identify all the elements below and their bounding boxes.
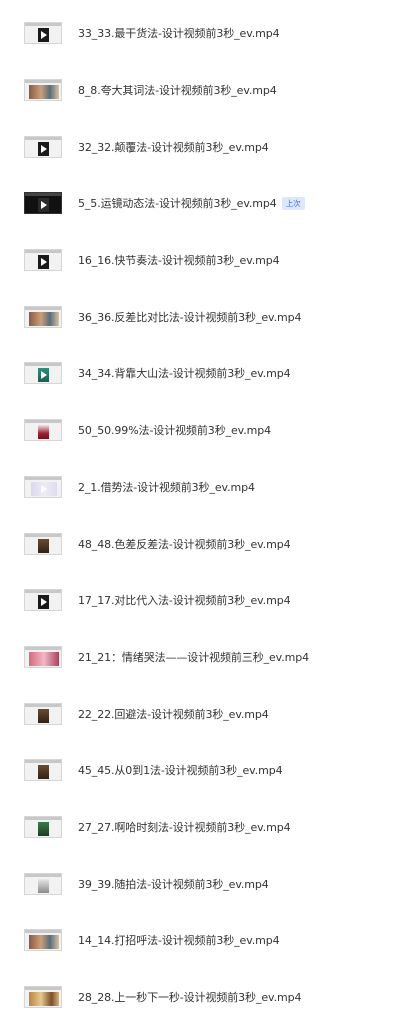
- file-row[interactable]: 21_21：情绪哭法——设计视频前三秒_ev.mp4: [0, 629, 403, 686]
- video-thumbnail-icon: [24, 759, 62, 782]
- file-name: 33_33.最干货法-设计视频前3秒_ev.mp4: [78, 25, 280, 41]
- file-name: 32_32.颠覆法-设计视频前3秒_ev.mp4: [78, 139, 269, 155]
- video-thumbnail-icon: [24, 645, 62, 668]
- video-thumbnail-icon: [24, 305, 62, 328]
- file-row[interactable]: 48_48.色差反差法-设计视频前3秒_ev.mp4: [0, 515, 403, 572]
- file-row[interactable]: 8_8.夸大其词法-设计视频前3秒_ev.mp4: [0, 62, 403, 119]
- file-name-label: 32_32.颠覆法-设计视频前3秒_ev.mp4: [78, 140, 269, 154]
- video-thumbnail-icon: [24, 872, 62, 895]
- file-row[interactable]: 5_5.运镜动态法-设计视频前3秒_ev.mp4 上次: [0, 175, 403, 232]
- file-name: 16_16.快节奏法-设计视频前3秒_ev.mp4: [78, 252, 280, 268]
- file-name-label: 45_45.从0到1法-设计视频前3秒_ev.mp4: [78, 764, 283, 778]
- play-icon: [41, 31, 47, 40]
- video-thumbnail-icon: [24, 79, 62, 102]
- file-row[interactable]: 16_16.快节奏法-设计视频前3秒_ev.mp4: [0, 232, 403, 289]
- file-name: 36_36.反差比对比法-设计视频前3秒_ev.mp4: [78, 309, 301, 325]
- video-thumbnail-icon: [24, 419, 62, 442]
- file-row[interactable]: 36_36.反差比对比法-设计视频前3秒_ev.mp4: [0, 288, 403, 345]
- file-name-label: 34_34.背靠大山法-设计视频前3秒_ev.mp4: [78, 367, 291, 381]
- file-name-label: 17_17.对比代入法-设计视频前3秒_ev.mp4: [78, 594, 291, 608]
- play-icon: [41, 371, 47, 380]
- play-icon: [41, 201, 47, 210]
- video-thumbnail-icon: [24, 249, 62, 272]
- file-name: 2_1.借势法-设计视频前3秒_ev.mp4: [78, 479, 255, 495]
- file-name: 34_34.背靠大山法-设计视频前3秒_ev.mp4: [78, 365, 291, 381]
- file-row[interactable]: 39_39.随拍法-设计视频前3秒_ev.mp4: [0, 855, 403, 912]
- file-name: 5_5.运镜动态法-设计视频前3秒_ev.mp4 上次: [78, 195, 305, 211]
- file-row[interactable]: 45_45.从0到1法-设计视频前3秒_ev.mp4: [0, 742, 403, 799]
- file-name: 27_27.啊哈时刻法-设计视频前3秒_ev.mp4: [78, 819, 291, 835]
- play-icon: [41, 484, 47, 493]
- file-name-label: 2_1.借势法-设计视频前3秒_ev.mp4: [78, 480, 255, 494]
- file-row[interactable]: 28_28.上一秒下一秒-设计视频前3秒_ev.mp4: [0, 969, 403, 1025]
- file-name: 50_50.99%法-设计视频前3秒_ev.mp4: [78, 422, 271, 438]
- file-row[interactable]: 32_32.颠覆法-设计视频前3秒_ev.mp4: [0, 118, 403, 175]
- video-thumbnail-icon: [24, 589, 62, 612]
- file-name: 45_45.从0到1法-设计视频前3秒_ev.mp4: [78, 762, 283, 778]
- play-icon: [41, 144, 47, 153]
- file-name-label: 8_8.夸大其词法-设计视频前3秒_ev.mp4: [78, 84, 277, 98]
- file-row[interactable]: 17_17.对比代入法-设计视频前3秒_ev.mp4: [0, 572, 403, 629]
- file-row[interactable]: 27_27.啊哈时刻法-设计视频前3秒_ev.mp4: [0, 799, 403, 856]
- file-row[interactable]: 34_34.背靠大山法-设计视频前3秒_ev.mp4: [0, 345, 403, 402]
- file-name-label: 50_50.99%法-设计视频前3秒_ev.mp4: [78, 424, 272, 438]
- file-row[interactable]: 50_50.99%法-设计视频前3秒_ev.mp4: [0, 402, 403, 459]
- file-name-label: 21_21：情绪哭法——设计视频前三秒_ev.mp4: [78, 650, 310, 664]
- file-row[interactable]: 2_1.借势法-设计视频前3秒_ev.mp4: [0, 459, 403, 516]
- file-name-label: 33_33.最干货法-设计视频前3秒_ev.mp4: [78, 27, 280, 41]
- file-name-label: 48_48.色差反差法-设计视频前3秒_ev.mp4: [78, 537, 291, 551]
- last-played-badge: 上次: [281, 197, 305, 211]
- play-icon: [41, 598, 47, 607]
- file-name-label: 5_5.运镜动态法-设计视频前3秒_ev.mp4: [78, 197, 277, 211]
- play-icon: [41, 258, 47, 267]
- file-name-label: 36_36.反差比对比法-设计视频前3秒_ev.mp4: [78, 310, 302, 324]
- file-name: 28_28.上一秒下一秒-设计视频前3秒_ev.mp4: [78, 989, 301, 1005]
- file-name-label: 22_22.回避法-设计视频前3秒_ev.mp4: [78, 707, 269, 721]
- file-name: 22_22.回避法-设计视频前3秒_ev.mp4: [78, 706, 269, 722]
- file-name-label: 28_28.上一秒下一秒-设计视频前3秒_ev.mp4: [78, 991, 302, 1005]
- video-thumbnail-icon: [24, 362, 62, 385]
- file-name-label: 39_39.随拍法-设计视频前3秒_ev.mp4: [78, 877, 269, 891]
- file-name: 48_48.色差反差法-设计视频前3秒_ev.mp4: [78, 536, 291, 552]
- video-thumbnail-icon: [24, 929, 62, 952]
- video-thumbnail-icon: [24, 475, 62, 498]
- file-list: 33_33.最干货法-设计视频前3秒_ev.mp4 8_8.夸大其词法-设计视频前…: [0, 5, 403, 1025]
- video-thumbnail-icon: [24, 986, 62, 1009]
- file-row[interactable]: 33_33.最干货法-设计视频前3秒_ev.mp4: [0, 5, 403, 62]
- video-thumbnail-icon: [24, 192, 62, 215]
- file-name: 21_21：情绪哭法——设计视频前三秒_ev.mp4: [78, 649, 309, 665]
- file-row[interactable]: 22_22.回避法-设计视频前3秒_ev.mp4: [0, 685, 403, 742]
- video-thumbnail-icon: [24, 815, 62, 838]
- file-name: 14_14.打招呼法-设计视频前3秒_ev.mp4: [78, 932, 280, 948]
- file-row[interactable]: 14_14.打招呼法-设计视频前3秒_ev.mp4: [0, 912, 403, 969]
- file-name-label: 14_14.打招呼法-设计视频前3秒_ev.mp4: [78, 934, 280, 948]
- file-name-label: 16_16.快节奏法-设计视频前3秒_ev.mp4: [78, 254, 280, 268]
- video-thumbnail-icon: [24, 702, 62, 725]
- file-name: 39_39.随拍法-设计视频前3秒_ev.mp4: [78, 876, 269, 892]
- file-name-label: 27_27.啊哈时刻法-设计视频前3秒_ev.mp4: [78, 820, 291, 834]
- file-name: 17_17.对比代入法-设计视频前3秒_ev.mp4: [78, 592, 291, 608]
- video-thumbnail-icon: [24, 532, 62, 555]
- file-name: 8_8.夸大其词法-设计视频前3秒_ev.mp4: [78, 82, 277, 98]
- video-thumbnail-icon: [24, 22, 62, 45]
- video-thumbnail-icon: [24, 135, 62, 158]
